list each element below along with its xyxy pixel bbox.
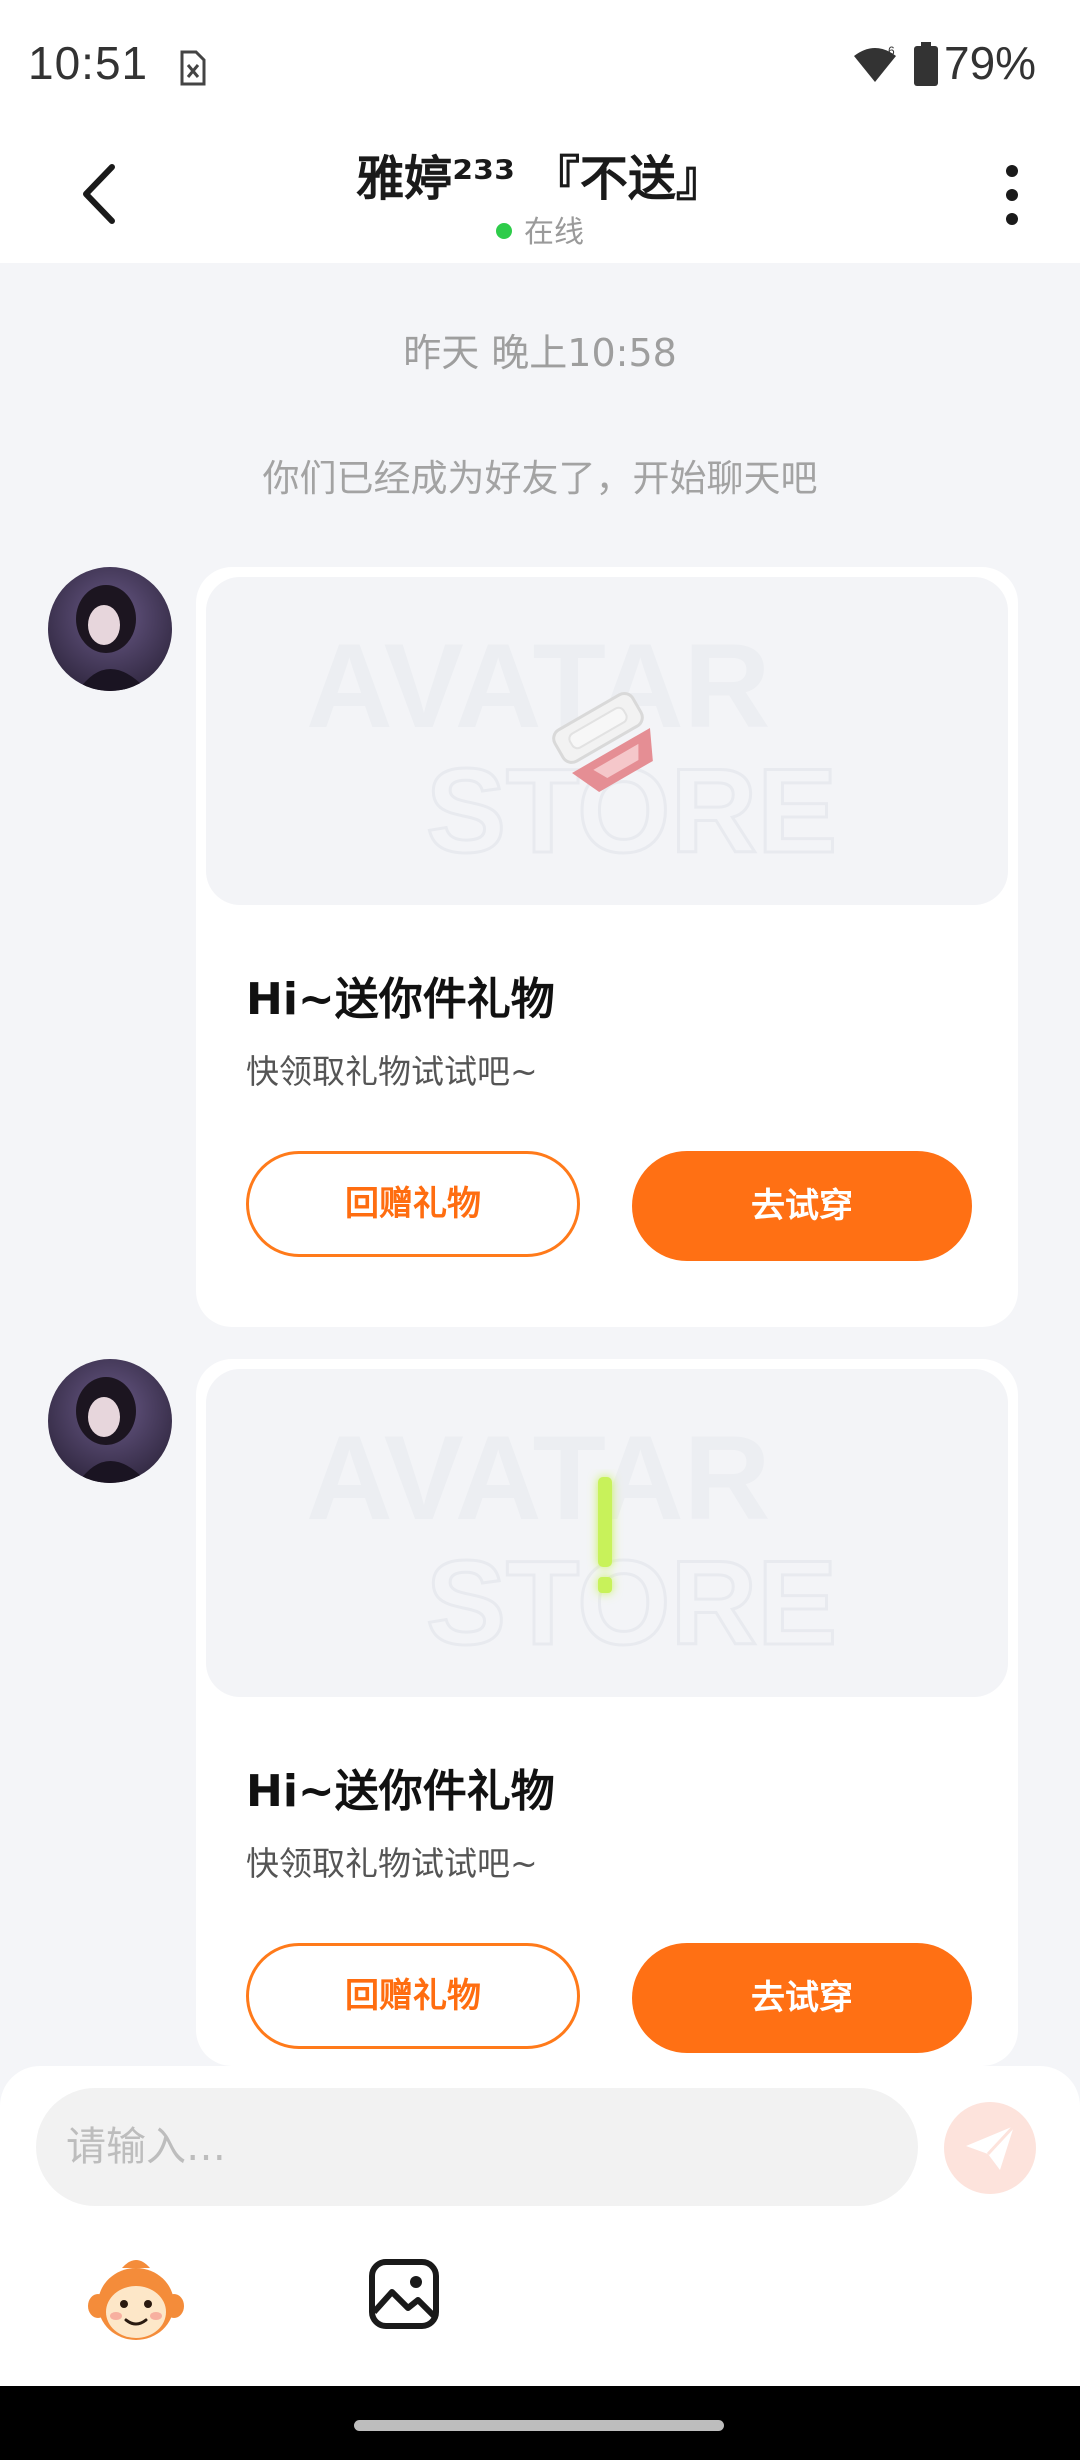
wifi-icon: 6 (854, 44, 896, 82)
status-time: 10:51 (28, 37, 149, 89)
system-navigation-bar (0, 2386, 1080, 2460)
gift-title: Hi~送你件礼物 (246, 1766, 555, 1817)
status-bar: 10:51 6 79% (0, 0, 1080, 135)
home-indicator[interactable] (354, 2420, 724, 2431)
online-status: 在线 (0, 207, 1080, 251)
sender-avatar[interactable] (48, 567, 172, 691)
message-input[interactable] (36, 2088, 918, 2206)
chat-timestamp: 昨天 晚上10:58 (403, 331, 677, 375)
image-picker-icon[interactable] (368, 2258, 440, 2330)
avatar-image (48, 1359, 172, 1483)
paper-plane-icon (966, 2124, 1016, 2170)
return-gift-button[interactable]: 回赠礼物 (246, 1943, 580, 2049)
sender-avatar[interactable] (48, 1359, 172, 1483)
try-on-button[interactable]: 去试穿 (632, 1943, 972, 2053)
svg-text:6: 6 (888, 44, 895, 58)
chat-header: 雅婷²³³ 『不送』 在线 (0, 135, 1080, 263)
return-gift-button[interactable]: 回赠礼物 (246, 1151, 580, 1257)
gift-subtitle: 快领取礼物试试吧~ (246, 1844, 538, 1883)
avatar-image (48, 567, 172, 691)
hair-clip-icon (552, 692, 653, 792)
send-button[interactable] (944, 2102, 1036, 2194)
gift-card[interactable]: AVATAR STORE Hi~送你件礼物 快领取礼物试试吧~ 回赠礼物 去试穿 (196, 567, 1018, 1327)
gift-preview[interactable]: AVATAR STORE (206, 1369, 1008, 1697)
more-options-icon[interactable] (1000, 163, 1024, 227)
friend-added-notice: 你们已经成为好友了，开始聊天吧 (262, 457, 818, 500)
neon-exclamation-icon (598, 1477, 612, 1593)
no-sim-icon (180, 50, 206, 86)
online-dot-icon (496, 222, 512, 239)
battery-icon (914, 42, 938, 86)
monkey-emoji-icon[interactable] (88, 2254, 184, 2344)
gift-card[interactable]: AVATAR STORE Hi~送你件礼物 快领取礼物试试吧~ 回赠礼物 去试穿 (196, 1359, 1018, 2066)
try-on-button[interactable]: 去试穿 (632, 1151, 972, 1261)
online-status-label: 在线 (524, 215, 584, 250)
battery-percentage: 79% (944, 37, 1037, 89)
gift-subtitle: 快领取礼物试试吧~ (246, 1052, 538, 1091)
gift-preview[interactable]: AVATAR STORE (206, 577, 1008, 905)
input-panel (0, 2066, 1080, 2386)
svg-text:AVATAR: AVATAR (306, 619, 770, 753)
contact-name: 雅婷²³³ 『不送』 (356, 151, 724, 207)
svg-text:AVATAR: AVATAR (306, 1411, 770, 1545)
gift-title: Hi~送你件礼物 (246, 974, 555, 1025)
